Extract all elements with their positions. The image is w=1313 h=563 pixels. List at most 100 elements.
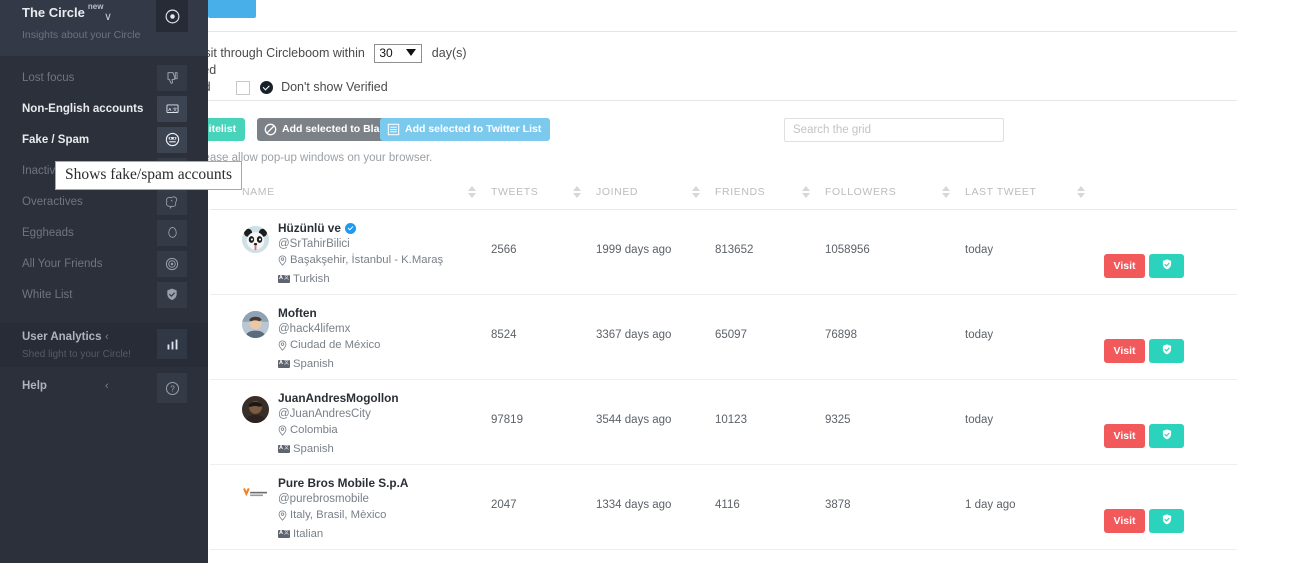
chevron-left-icon: ‹ xyxy=(105,331,109,343)
language-text: Spanish xyxy=(293,443,334,455)
visit-button[interactable]: Visit xyxy=(1104,509,1145,533)
egg-icon xyxy=(157,219,187,246)
cell-joined: 1999 days ago xyxy=(596,244,672,256)
ban-icon xyxy=(264,123,277,136)
table-row[interactable]: Pure Bros Mobile S.p.A @purebrosmobile Ita… xyxy=(210,465,1237,550)
sort-toggle-followers[interactable] xyxy=(941,185,951,199)
list-icon xyxy=(387,123,400,136)
display-name: Pure Bros Mobile S.p.A xyxy=(278,476,409,490)
question-circle-icon: ? xyxy=(157,373,187,403)
accounts-grid: NAME TWEETS JOINED FRIENDS FOLLOWERS LAS… xyxy=(210,180,1237,550)
table-row[interactable]: Hüzünlü ve @SrTahirBilici Başakşehir, İsta… xyxy=(210,210,1237,295)
column-header-followers[interactable]: FOLLOWERS xyxy=(825,186,896,198)
filter-panel: om I paid a visit through Circleboom wit… xyxy=(120,31,1237,101)
account-handle[interactable]: @purebrosmobile xyxy=(278,491,453,507)
sort-toggle-name[interactable] xyxy=(467,185,477,199)
sort-toggle-joined[interactable] xyxy=(691,185,701,199)
location-pin-icon xyxy=(278,425,287,441)
dont-show-verified-checkbox[interactable] xyxy=(236,80,251,95)
column-header-name[interactable]: NAME xyxy=(242,186,275,198)
language-text: Spanish xyxy=(293,358,334,370)
column-header-tweets[interactable]: TWEETS xyxy=(491,186,538,198)
chevron-left-icon: ‹ xyxy=(105,380,109,392)
add-to-whitelist-row-button[interactable] xyxy=(1149,509,1184,533)
chevron-down-icon xyxy=(406,49,417,56)
sidebar: The Circle new ∨ Insights about your Cir… xyxy=(0,0,208,563)
sidebar-item-all-your-friends[interactable]: All Your Friends xyxy=(0,248,208,279)
language-line: Spanish xyxy=(278,356,453,372)
translate-icon xyxy=(278,359,290,368)
shield-check-icon xyxy=(1160,512,1174,530)
user-analytics-subtitle: Shed light to your Circle! xyxy=(22,349,131,360)
dont-show-verified-label: Don't show Verified xyxy=(281,80,388,94)
cell-friends: 10123 xyxy=(715,414,747,426)
account-handle[interactable]: @SrTahirBilici xyxy=(278,236,453,252)
avatar xyxy=(242,396,269,423)
account-handle[interactable]: @hack4lifemx xyxy=(278,321,453,337)
sidebar-item-eggheads[interactable]: Eggheads xyxy=(0,217,208,248)
sort-toggle-friends[interactable] xyxy=(801,185,811,199)
sidebar-brand-header[interactable]: The Circle new ∨ Insights about your Cir… xyxy=(0,0,208,56)
visit-button[interactable]: Visit xyxy=(1104,339,1145,363)
add-to-twitter-list-label: Add selected to Twitter List xyxy=(405,123,542,136)
visit-button[interactable]: Visit xyxy=(1104,254,1145,278)
blue-tab[interactable] xyxy=(208,0,256,18)
location-pin-icon xyxy=(278,340,287,356)
language-text: Italian xyxy=(293,528,324,540)
sidebar-item-fake-spam[interactable]: Fake / Spam xyxy=(0,124,208,155)
column-header-lasttweet[interactable]: LAST TWEET xyxy=(965,186,1037,198)
column-header-joined[interactable]: JOINED xyxy=(596,186,638,198)
sort-toggle-tweets[interactable] xyxy=(572,185,582,199)
sidebar-item-label: Lost focus xyxy=(22,71,75,84)
table-row[interactable]: JuanAndresMogollon @JuanAndresCity Colombi… xyxy=(210,380,1237,465)
cell-friends: 65097 xyxy=(715,329,747,341)
brand-new-badge: new xyxy=(87,2,104,11)
sort-toggle-lasttweet[interactable] xyxy=(1076,185,1086,199)
location-line: Başakşehir, İstanbul - K.Maraş xyxy=(278,252,453,271)
cell-last-tweet: today xyxy=(965,329,994,341)
translate-icon xyxy=(278,529,290,538)
svg-text:?: ? xyxy=(170,384,175,393)
avatar xyxy=(242,481,269,508)
display-name-wrap: Moften xyxy=(278,306,453,321)
verified-badge-icon xyxy=(259,81,273,95)
sidebar-item-lost-focus[interactable]: Lost focus xyxy=(0,62,208,93)
location-text: Italy, Brasil, Mèxico xyxy=(290,509,387,521)
display-name: JuanAndresMogollon xyxy=(278,391,399,405)
cell-followers: 76898 xyxy=(825,329,857,341)
visit-button[interactable]: Visit xyxy=(1104,424,1145,448)
brain-icon xyxy=(157,188,187,215)
sidebar-item-label: Overactives xyxy=(22,195,83,208)
search-input[interactable] xyxy=(784,118,1004,142)
user-analytics-label: User Analytics xyxy=(22,331,102,343)
add-to-whitelist-row-button[interactable] xyxy=(1149,339,1184,363)
cell-tweets: 8524 xyxy=(491,329,517,341)
sidebar-divider xyxy=(0,310,208,323)
sidebar-item-help[interactable]: Help ‹ ? xyxy=(0,367,208,409)
avatar xyxy=(242,226,269,253)
sidebar-brand-subtitle: Insights about your Circle xyxy=(22,29,141,41)
sidebar-brand-title: The Circle new xyxy=(22,2,104,20)
language-line: Italian xyxy=(278,526,453,542)
column-header-friends[interactable]: FRIENDS xyxy=(715,186,765,198)
account-handle[interactable]: @JuanAndresCity xyxy=(278,406,453,422)
sidebar-item-overactives[interactable]: Overactives xyxy=(0,186,208,217)
chevron-down-icon[interactable]: ∨ xyxy=(104,10,112,23)
svg-text:A: A xyxy=(168,106,172,111)
help-label: Help xyxy=(22,380,47,392)
cell-name: Pure Bros Mobile S.p.A @purebrosmobile Ita… xyxy=(278,476,453,542)
add-selected-to-twitter-list-button[interactable]: Add selected to Twitter List xyxy=(380,118,551,141)
sidebar-item-white-list[interactable]: White List xyxy=(0,279,208,310)
add-to-whitelist-row-button[interactable] xyxy=(1149,254,1184,278)
grid-body: Hüzünlü ve @SrTahirBilici Başakşehir, İsta… xyxy=(210,210,1237,550)
search-box xyxy=(784,118,1004,142)
sidebar-item-non-english-accounts[interactable]: Non-English accounts A 文 xyxy=(0,93,208,124)
target-icon[interactable] xyxy=(156,0,188,32)
display-name: Hüzünlü ve xyxy=(278,221,341,235)
cell-last-tweet: 1 day ago xyxy=(965,499,1016,511)
cell-followers: 3878 xyxy=(825,499,851,511)
add-to-whitelist-row-button[interactable] xyxy=(1149,424,1184,448)
days-select[interactable]: 30 xyxy=(374,44,423,63)
table-row[interactable]: Moften@hack4lifemx Ciudad de México Spanis… xyxy=(210,295,1237,380)
sidebar-item-user-analytics[interactable]: User Analytics ‹ Shed light to your Circ… xyxy=(0,323,208,367)
